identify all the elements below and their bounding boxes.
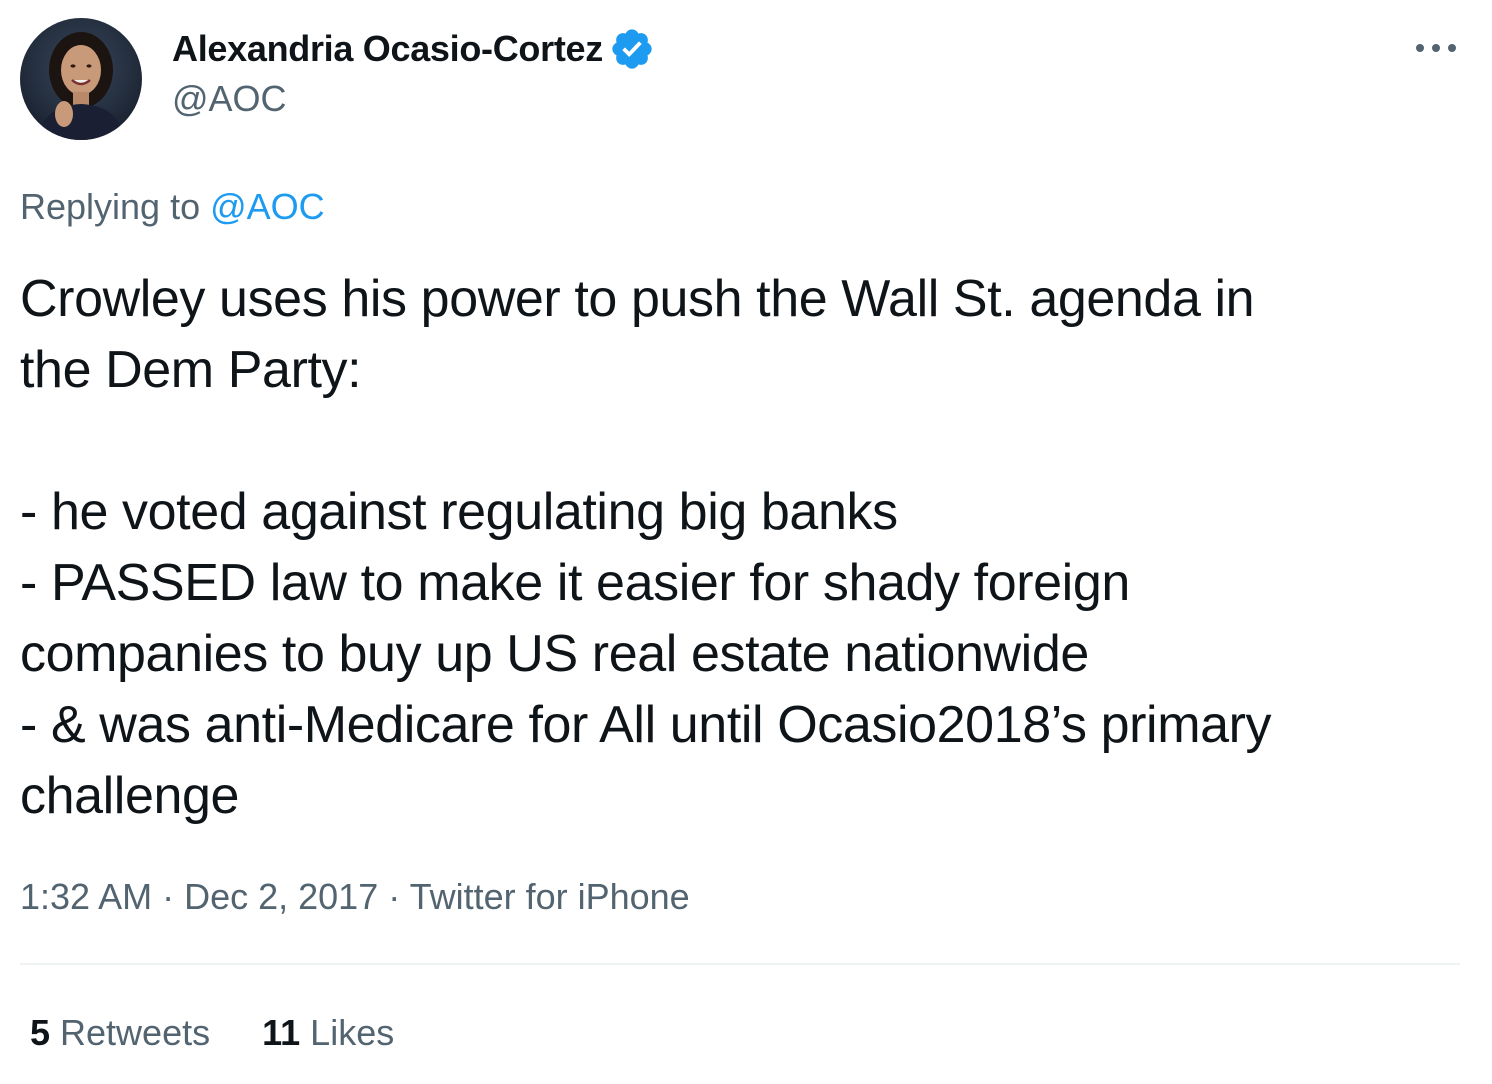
tweet-text: Crowley uses his power to push the Wall … (20, 270, 1272, 825)
tweet-metadata: 1:32 AM · Dec 2, 2017 · Twitter for iPho… (20, 876, 690, 918)
reply-mention-link[interactable]: @AOC (210, 186, 325, 227)
tweet-source[interactable]: Twitter for iPhone (410, 876, 690, 917)
name-row: Alexandria Ocasio-Cortez (172, 24, 655, 74)
retweets-stat[interactable]: 5 Retweets (30, 1012, 210, 1054)
tweet-card: Alexandria Ocasio-Cortez @AOC Replying t… (0, 0, 1492, 1084)
profile-photo (20, 18, 142, 140)
retweets-label: Retweets (50, 1012, 211, 1053)
likes-label: Likes (300, 1012, 395, 1053)
replying-to-label: Replying to (20, 186, 211, 227)
handle[interactable]: @AOC (172, 78, 655, 120)
verified-badge-icon (609, 26, 655, 72)
meta-separator: · (378, 876, 410, 917)
author-block: Alexandria Ocasio-Cortez @AOC (172, 24, 655, 120)
likes-count: 11 (262, 1012, 301, 1053)
replying-to: Replying to @AOC (20, 186, 325, 228)
tweet-time[interactable]: 1:32 AM (20, 876, 152, 917)
more-options-icon[interactable] (1410, 26, 1462, 70)
divider (20, 963, 1460, 965)
likes-stat[interactable]: 11 Likes (262, 1012, 394, 1054)
meta-separator: · (152, 876, 185, 917)
retweets-count: 5 (30, 1012, 51, 1053)
tweet-date[interactable]: Dec 2, 2017 (184, 876, 378, 917)
avatar[interactable] (20, 18, 142, 140)
engagement-stats: 5 Retweets 11 Likes (30, 1012, 394, 1054)
display-name[interactable]: Alexandria Ocasio-Cortez (172, 28, 603, 70)
